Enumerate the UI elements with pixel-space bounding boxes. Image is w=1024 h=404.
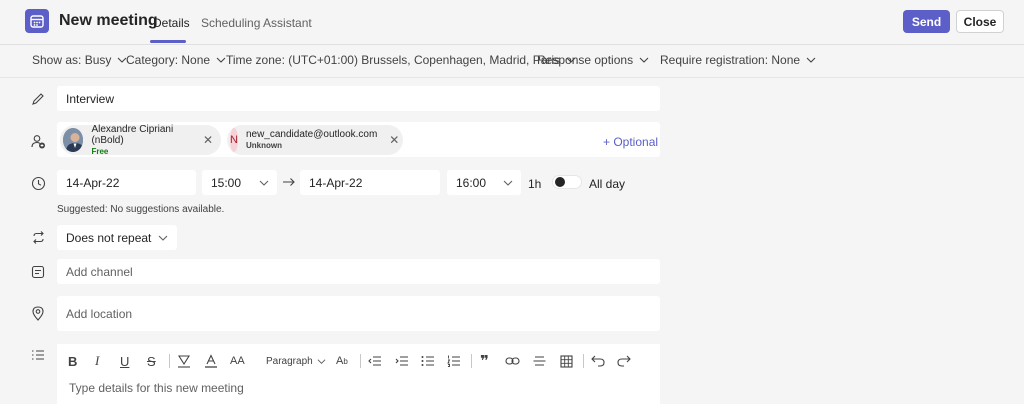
paragraph-label: Paragraph bbox=[266, 355, 313, 367]
location-pin-icon bbox=[30, 305, 46, 321]
response-options-label: Response options bbox=[537, 53, 634, 67]
end-date-input[interactable]: 14-Apr-22 bbox=[300, 170, 440, 195]
clock-icon bbox=[30, 175, 46, 191]
chevron-down-icon bbox=[317, 358, 326, 364]
repeat-value: Does not repeat bbox=[66, 230, 152, 245]
header-divider bbox=[0, 44, 1024, 45]
active-tab-indicator bbox=[150, 40, 186, 43]
attendee-name: Alexandre Cipriani (nBold) bbox=[91, 123, 174, 146]
start-date-input[interactable]: 14-Apr-22 bbox=[57, 170, 196, 195]
repeat-icon bbox=[30, 229, 46, 245]
toolbar-divider bbox=[583, 354, 584, 368]
add-channel-input[interactable]: Add channel bbox=[57, 259, 660, 284]
tab-details[interactable]: Details bbox=[153, 16, 190, 30]
channel-icon bbox=[30, 264, 46, 280]
toggle-knob bbox=[555, 177, 565, 187]
attendee-chip[interactable]: Alexandre Cipriani (nBold) Free ✕ bbox=[60, 123, 221, 156]
add-optional-attendees-link[interactable]: + Optional bbox=[603, 135, 658, 149]
remove-attendee-icon[interactable]: ✕ bbox=[203, 133, 213, 147]
meeting-title-input[interactable]: Interview bbox=[57, 86, 660, 111]
category-dropdown[interactable]: Category: None bbox=[126, 53, 226, 67]
attendee-status: Free bbox=[91, 146, 109, 156]
start-time-dropdown[interactable]: 15:00 bbox=[202, 170, 277, 195]
increase-indent-icon[interactable] bbox=[395, 353, 409, 369]
redo-icon[interactable] bbox=[617, 353, 631, 369]
decrease-indent-icon[interactable] bbox=[368, 353, 382, 369]
duration-label: 1h bbox=[528, 177, 542, 191]
all-day-toggle[interactable] bbox=[552, 175, 582, 189]
show-as-dropdown[interactable]: Show as: Busy bbox=[32, 53, 127, 67]
tab-scheduling-assistant[interactable]: Scheduling Assistant bbox=[201, 16, 312, 30]
attendee-status: Unknown bbox=[245, 141, 282, 150]
meeting-details-editor[interactable]: B I U S AA Paragraph Ab ❞ Type details f… bbox=[57, 344, 660, 404]
time-zone-dropdown[interactable]: Time zone: (UTC+01:00) Brussels, Copenha… bbox=[226, 53, 576, 67]
paragraph-dropdown[interactable]: Paragraph bbox=[266, 353, 326, 369]
close-button[interactable]: Close bbox=[956, 10, 1004, 33]
page-title: New meeting bbox=[59, 12, 158, 29]
send-button[interactable]: Send bbox=[903, 10, 950, 33]
attendee-name: new_candidate@outlook.com bbox=[245, 129, 378, 140]
numbered-list-icon[interactable] bbox=[447, 353, 461, 369]
options-divider bbox=[0, 77, 1024, 78]
toolbar-divider bbox=[360, 354, 361, 368]
avatar: N bbox=[230, 128, 238, 152]
clear-formatting-icon[interactable]: Ab bbox=[336, 353, 348, 369]
chevron-down-icon bbox=[216, 57, 226, 63]
toolbar-divider bbox=[169, 354, 170, 368]
strikethrough-icon[interactable]: S bbox=[147, 353, 156, 369]
end-time-value: 16:00 bbox=[456, 175, 487, 190]
toolbar-divider bbox=[471, 354, 472, 368]
details-list-icon bbox=[30, 347, 46, 363]
font-size-icon[interactable]: AA bbox=[230, 353, 245, 369]
start-time-value: 15:00 bbox=[211, 175, 242, 190]
category-label: Category: None bbox=[126, 53, 211, 67]
end-time-dropdown[interactable]: 16:00 bbox=[447, 170, 521, 195]
arrow-right-icon bbox=[282, 175, 296, 192]
font-color-icon[interactable] bbox=[204, 353, 218, 369]
chevron-down-icon bbox=[639, 57, 649, 63]
suggestion-note: Suggested: No suggestions available. bbox=[57, 204, 225, 215]
attendee-chip[interactable]: N new_candidate@outlook.com Unknown ✕ bbox=[227, 125, 403, 155]
bulleted-list-icon[interactable] bbox=[421, 353, 435, 369]
remove-attendee-icon[interactable]: ✕ bbox=[389, 133, 399, 147]
table-icon[interactable] bbox=[560, 353, 573, 369]
pencil-icon bbox=[30, 91, 46, 107]
time-zone-label: Time zone: (UTC+01:00) Brussels, Copenha… bbox=[226, 53, 561, 67]
chevron-down-icon bbox=[806, 57, 816, 63]
show-as-label: Show as: Busy bbox=[32, 53, 112, 67]
horizontal-rule-icon[interactable] bbox=[533, 353, 546, 369]
editor-placeholder: Type details for this new meeting bbox=[69, 381, 244, 395]
calendar-app-icon bbox=[25, 9, 49, 33]
repeat-dropdown[interactable]: Does not repeat bbox=[57, 225, 177, 250]
italic-icon[interactable]: I bbox=[95, 353, 99, 369]
bold-icon[interactable]: B bbox=[68, 353, 77, 369]
highlight-icon[interactable] bbox=[177, 353, 191, 369]
header-bar: New meeting Details Scheduling Assistant… bbox=[0, 0, 1024, 44]
add-location-input[interactable]: Add location bbox=[57, 296, 660, 331]
response-options-dropdown[interactable]: Response options bbox=[537, 53, 649, 67]
chevron-down-icon bbox=[503, 180, 513, 186]
chevron-down-icon bbox=[259, 180, 269, 186]
chevron-down-icon bbox=[158, 235, 168, 241]
undo-icon[interactable] bbox=[591, 353, 605, 369]
require-registration-label: Require registration: None bbox=[660, 53, 801, 67]
all-day-label: All day bbox=[589, 177, 626, 191]
add-people-icon bbox=[30, 133, 46, 149]
require-registration-dropdown[interactable]: Require registration: None bbox=[660, 53, 816, 67]
link-icon[interactable] bbox=[505, 353, 520, 369]
underline-icon[interactable]: U bbox=[120, 353, 129, 369]
quote-icon[interactable]: ❞ bbox=[480, 353, 489, 370]
avatar bbox=[63, 128, 84, 152]
